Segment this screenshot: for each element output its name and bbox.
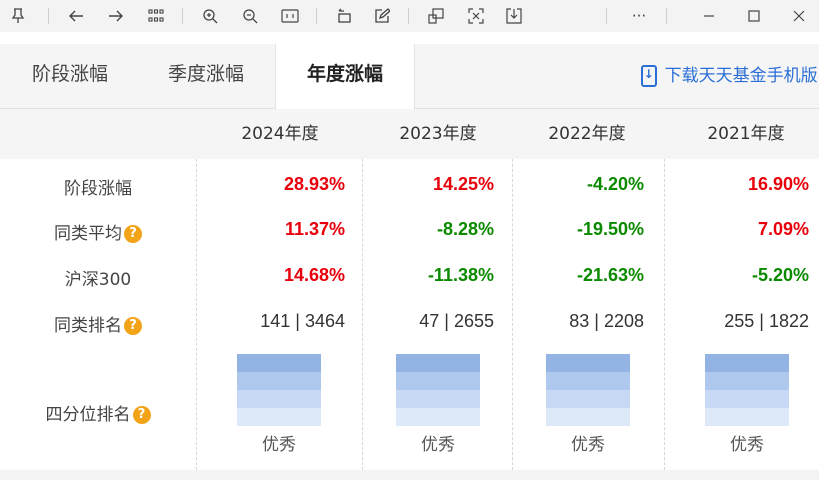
row-label-csi300: 沪深300: [0, 265, 196, 290]
toolbar-separator: [182, 8, 183, 24]
return-value-cell: -21.63%: [576, 265, 644, 285]
column-header: 2024年度: [241, 124, 319, 144]
help-icon[interactable]: ?: [124, 317, 142, 335]
rank-value-cell: 141 | 3464: [260, 311, 345, 331]
quartile-bar: [237, 354, 321, 426]
tab-period-return[interactable]: 阶段涨幅: [6, 44, 134, 108]
column-divider: [664, 159, 666, 470]
rank-value-cell: 47 | 2655: [419, 311, 494, 331]
download-app-label: 下载天天基金手机版,: [664, 66, 819, 86]
return-value-cell: -19.50%: [576, 219, 644, 239]
return-value-cell: 11.37%: [284, 219, 345, 239]
return-value-cell: 14.68%: [283, 265, 345, 285]
return-value-cell: 16.90%: [747, 174, 809, 194]
zoom-out-icon[interactable]: [238, 4, 262, 28]
toolbar-separator: [316, 8, 317, 24]
tab-bar: 阶段涨幅 季度涨幅 年度涨幅 下载天天基金手机版,: [0, 44, 819, 109]
rank-value-cell: 83 | 2208: [569, 311, 644, 331]
row-label-text: 阶段涨幅: [64, 179, 132, 199]
return-value-cell: -11.38%: [427, 265, 494, 285]
window-icon[interactable]: [424, 4, 448, 28]
toolbar-separator: [606, 8, 607, 24]
forward-icon[interactable]: [104, 4, 128, 28]
quartile-label: 优秀: [730, 435, 764, 455]
quartile-label: 优秀: [571, 435, 605, 455]
bottom-band: [0, 470, 819, 480]
phone-download-icon: [640, 65, 657, 87]
tab-annual-return[interactable]: 年度涨幅: [275, 44, 415, 109]
tab-quarterly-return[interactable]: 季度涨幅: [142, 44, 270, 108]
row-label-period-return: 阶段涨幅: [0, 174, 196, 199]
column-header: 2021年度: [707, 124, 785, 144]
toolbar-separator: [48, 8, 49, 24]
return-value-cell: 7.09%: [757, 219, 809, 239]
back-icon[interactable]: [64, 4, 88, 28]
quartile-bar: [705, 354, 789, 426]
row-label-text: 四分位排名: [45, 405, 131, 425]
rank-value-cell: 255 | 1822: [724, 311, 809, 331]
pin-icon[interactable]: [6, 4, 30, 28]
table-header-row: 2024年度 2023年度 2022年度 2021年度: [0, 109, 819, 159]
row-label-text: 沪深300: [64, 270, 132, 290]
quartile-bar: [546, 354, 630, 426]
return-value-cell: -4.20%: [586, 174, 644, 194]
column-divider: [196, 159, 198, 470]
row-label-category-rank: 同类排名?: [0, 311, 196, 336]
quartile-label: 优秀: [421, 435, 455, 455]
toolbar-separator: [666, 8, 667, 24]
grid-icon[interactable]: [144, 4, 168, 28]
minimize-icon[interactable]: [697, 4, 721, 28]
help-icon[interactable]: ?: [132, 406, 151, 424]
maximize-icon[interactable]: [742, 4, 766, 28]
row-label-text: 同类平均: [54, 224, 122, 244]
more-icon[interactable]: ···: [627, 4, 651, 28]
help-icon[interactable]: ?: [124, 225, 142, 243]
zoom-in-icon[interactable]: [198, 4, 222, 28]
close-icon[interactable]: [787, 4, 811, 28]
save-icon[interactable]: [502, 4, 526, 28]
quartile-label: 优秀: [262, 435, 296, 455]
fund-performance-panel: 阶段涨幅 季度涨幅 年度涨幅 下载天天基金手机版, 2024年度 2023年度 …: [0, 32, 819, 480]
rotate-icon[interactable]: [332, 4, 356, 28]
return-value-cell: 14.25%: [432, 174, 494, 194]
toolbar-separator: [408, 8, 409, 24]
row-label-category-average: 同类平均?: [0, 219, 196, 244]
return-value-cell: -5.20%: [751, 265, 809, 285]
row-label-text: 同类排名: [54, 316, 122, 336]
column-header: 2023年度: [399, 124, 477, 144]
column-divider: [362, 159, 364, 470]
return-value-cell: 28.93%: [283, 174, 345, 194]
viewer-toolbar: ···: [0, 0, 819, 32]
row-label-quartile-rank: 四分位排名?: [0, 400, 196, 425]
edit-icon[interactable]: [370, 4, 394, 28]
download-app-link[interactable]: 下载天天基金手机版,: [640, 44, 819, 108]
return-value-cell: -8.28%: [436, 219, 494, 239]
column-divider: [512, 159, 514, 470]
fit-icon[interactable]: [278, 4, 302, 28]
quartile-bar: [396, 354, 480, 426]
column-header: 2022年度: [548, 124, 626, 144]
crop-icon[interactable]: [464, 4, 488, 28]
